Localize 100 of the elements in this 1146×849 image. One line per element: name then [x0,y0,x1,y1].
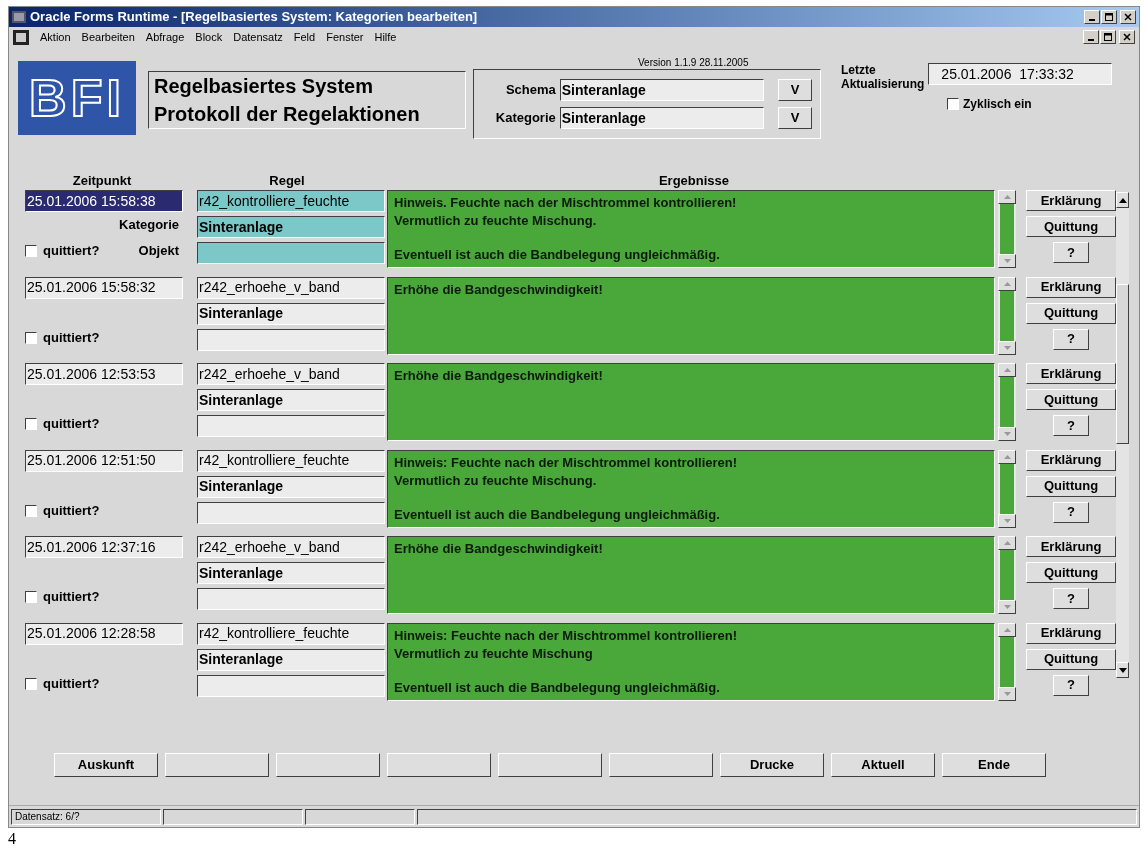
result-text-area[interactable]: Hinweis: Feuchte nach der Mischtrommel kontrollieren! Vermutlich zu feuchte Mischung Eventuell ist auch die Bandbelegung ungleichmäßig. [387,622,995,701]
result-text-area[interactable]: Hinweis. Feuchte nach der Mischtrommel kontrollieren! Vermutlich zu feuchte Mischung. Eventuell ist auch die Bandbelegung ungleichmäßig. [387,190,995,268]
receipt-button[interactable]: Quittung [1026,475,1116,497]
blank-button[interactable] [498,753,602,777]
scrollbar[interactable] [998,363,1016,441]
close-button[interactable] [1119,30,1135,44]
menu-item[interactable]: Hilfe [374,28,397,46]
receipt-button[interactable]: Quittung [1026,562,1116,583]
filter-field[interactable]: Sinteranlage [559,79,765,101]
close-button[interactable] [1120,10,1136,24]
explanation-button[interactable]: Erklärung [1026,622,1116,644]
object-field[interactable] [197,242,385,264]
category-field[interactable]: Sinteranlage [197,216,385,238]
scrollbar[interactable] [998,449,1016,528]
filter-field[interactable]: Sinteranlage [559,107,765,129]
time-field[interactable]: 25.01.2006 15:58:32 [25,276,183,299]
receipt-button[interactable]: Quittung [1026,389,1116,410]
dropdown-button[interactable]: V [778,79,812,101]
up-arrow-icon [1003,627,1011,632]
help-button[interactable]: ? [1053,501,1089,523]
help-button[interactable]: ? [1053,674,1089,696]
help-button[interactable]: ? [1053,242,1089,263]
help-button[interactable]: ? [1053,415,1089,436]
acknowledged-label: quittiert? [43,415,100,434]
category-field[interactable]: Sinteranlage [197,389,385,411]
rule-field[interactable]: r42_kontrolliere_feuchte [197,449,385,472]
rule-field[interactable]: r42_kontrolliere_feuchte [197,622,385,645]
object-field[interactable] [197,588,385,610]
receipt-button[interactable]: Quittung [1026,648,1116,670]
time-field[interactable]: 25.01.2006 12:51:50 [25,449,183,472]
dropdown-button[interactable]: V [778,107,812,129]
scrollbar[interactable] [998,276,1016,355]
category-field[interactable]: Sinteranlage [197,475,385,498]
explanation-button[interactable]: Erklärung [1026,276,1116,298]
receipt-button[interactable]: Quittung [1026,216,1116,237]
category-field[interactable]: Sinteranlage [197,648,385,671]
menu-item[interactable]: Bearbeiten [81,28,135,46]
checkbox[interactable] [25,591,37,603]
result-line: Erhöhe die Bandgeschwindigkeit! [394,367,604,385]
acknowledged-label: quittiert? [43,242,100,261]
action-button[interactable]: Auskunft [54,753,158,777]
blank-button[interactable] [165,753,269,777]
blank-button[interactable] [276,753,380,777]
scrollbar[interactable] [998,622,1016,701]
time-field[interactable]: 25.01.2006 12:53:53 [25,363,183,385]
explanation-button[interactable]: Erklärung [1026,190,1116,211]
scrollbar[interactable] [998,536,1016,614]
object-field[interactable] [197,501,385,524]
result-text-area[interactable]: Hinweis: Feuchte nach der Mischtrommel kontrollieren! Vermutlich zu feuchte Mischung. Eventuell ist auch die Bandbelegung ungleichmäßig. [387,449,995,528]
column-header: Regel [268,171,306,190]
time-field[interactable]: 25.01.2006 12:28:58 [25,622,183,645]
menu-item[interactable]: Block [195,28,223,46]
maximize-button[interactable] [1100,30,1116,44]
blank-button[interactable] [387,753,491,777]
object-field[interactable] [197,328,385,351]
scrollbar[interactable] [1116,192,1129,678]
explanation-button[interactable]: Erklärung [1026,449,1116,471]
result-line: Eventuell ist auch die Bandbelegung ungleichmäßig. [394,246,721,264]
help-button[interactable]: ? [1053,328,1089,350]
up-arrow-icon [1003,368,1011,372]
checkbox[interactable] [25,245,37,257]
checkbox[interactable] [947,98,959,110]
checkbox[interactable] [25,331,37,344]
menu-item[interactable]: Fenster [326,28,364,46]
menu-item[interactable]: Abfrage [145,28,185,46]
column-header: Ergebnisse [657,171,731,190]
explanation-button[interactable]: Erklärung [1026,363,1116,384]
rule-field[interactable]: r242_erhoehe_v_band [197,363,385,385]
scrollbar[interactable] [998,190,1016,268]
object-field[interactable] [197,415,385,437]
menu-item[interactable]: Feld [293,28,316,46]
time-field[interactable]: 25.01.2006 12:37:16 [25,536,183,558]
category-field[interactable]: Sinteranlage [197,302,385,325]
blank-button[interactable] [609,753,713,777]
result-text-area[interactable]: Erhöhe die Bandgeschwindigkeit! [387,363,995,441]
minimize-button[interactable] [1084,10,1100,24]
receipt-button[interactable]: Quittung [1026,302,1116,324]
category-field[interactable]: Sinteranlage [197,562,385,584]
checkbox[interactable] [25,418,37,430]
menu-item[interactable]: Datensatz [233,28,283,46]
rule-field[interactable]: r242_erhoehe_v_band [197,536,385,558]
action-button[interactable]: Aktuell [831,753,935,777]
minimize-button[interactable] [1083,30,1099,44]
result-text-area[interactable]: Erhöhe die Bandgeschwindigkeit! [387,276,995,355]
maximize-icon [1104,33,1112,41]
action-button[interactable]: Ende [942,753,1046,777]
object-field[interactable] [197,674,385,697]
menu-item[interactable]: Aktion [40,28,71,46]
rule-field[interactable]: r42_kontrolliere_feuchte [197,190,385,212]
title-text: Regelbasiertes System [154,74,374,99]
checkbox[interactable] [25,504,37,517]
maximize-button[interactable] [1101,10,1117,24]
rule-field[interactable]: r242_erhoehe_v_band [197,276,385,299]
checkbox[interactable] [25,677,37,690]
time-field[interactable]: 25.01.2006 15:58:38 [25,190,183,212]
result-text-area[interactable]: Erhöhe die Bandgeschwindigkeit! [387,536,995,614]
help-button[interactable]: ? [1053,588,1089,609]
explanation-button[interactable]: Erklärung [1026,536,1116,557]
action-button[interactable]: Drucke [720,753,824,777]
up-arrow-icon [1003,195,1011,199]
